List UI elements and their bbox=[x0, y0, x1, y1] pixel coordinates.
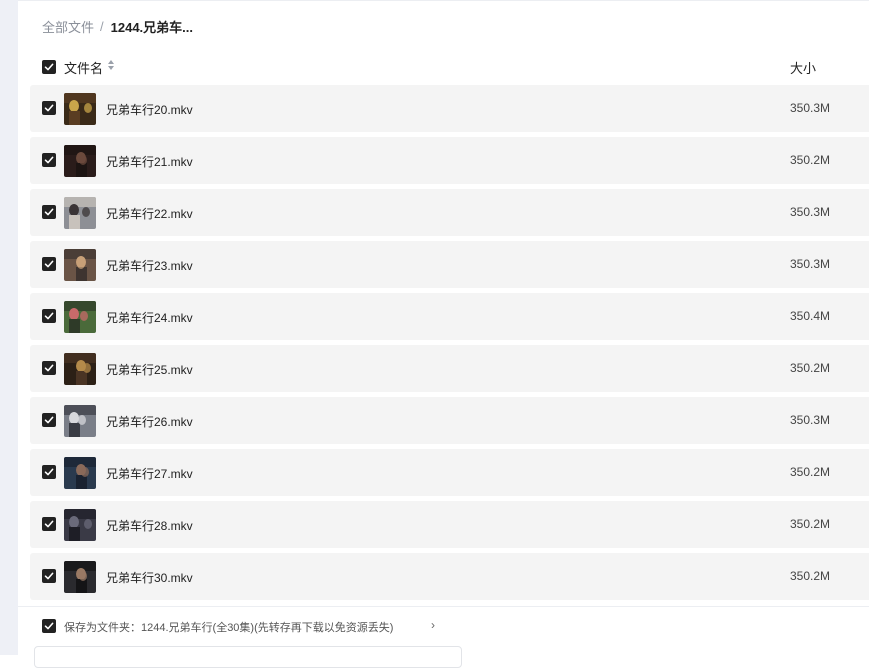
select-all-checkbox[interactable] bbox=[42, 60, 56, 74]
file-size: 350.2M bbox=[790, 153, 831, 167]
file-size: 350.3M bbox=[790, 101, 831, 115]
file-name[interactable]: 兄弟车行22.mkv bbox=[106, 205, 193, 222]
file-name[interactable]: 兄弟车行20.mkv bbox=[106, 101, 193, 118]
file-name[interactable]: 兄弟车行24.mkv bbox=[106, 309, 193, 326]
file-size: 350.4M bbox=[790, 309, 831, 323]
breadcrumb: 全部文件 / 1244.兄弟车... bbox=[42, 17, 193, 36]
video-thumbnail bbox=[64, 249, 96, 281]
list-header: 文件名 大小 bbox=[18, 52, 869, 82]
file-row[interactable]: 兄弟车行26.mkv 350.3M bbox=[30, 397, 869, 444]
video-thumbnail bbox=[64, 353, 96, 385]
sort-icon[interactable] bbox=[107, 59, 115, 71]
file-name[interactable]: 兄弟车行21.mkv bbox=[106, 153, 193, 170]
file-list: 兄弟车行20.mkv 350.3M 兄弟车行21.mkv 350.2M 兄弟车行22.m… bbox=[30, 85, 869, 605]
check-icon bbox=[44, 208, 54, 216]
file-size: 350.2M bbox=[790, 361, 831, 375]
file-row[interactable]: 兄弟车行30.mkv 350.2M bbox=[30, 553, 869, 600]
file-checkbox[interactable] bbox=[42, 517, 56, 531]
check-icon bbox=[44, 572, 54, 580]
file-row[interactable]: 兄弟车行28.mkv 350.2M bbox=[30, 501, 869, 548]
save-as-folder-row: 保存为文件夹：1244.兄弟车行(全30集)(先转存再下载以免资源丢失) › bbox=[42, 618, 842, 634]
video-thumbnail bbox=[64, 457, 96, 489]
bottom-action-box[interactable] bbox=[34, 646, 462, 668]
side-panel-edge bbox=[0, 0, 19, 655]
file-row[interactable]: 兄弟车行21.mkv 350.2M bbox=[30, 137, 869, 184]
breadcrumb-current-folder: 1244.兄弟车... bbox=[110, 20, 194, 35]
chevron-right-icon[interactable]: › bbox=[431, 618, 435, 632]
footer-divider bbox=[18, 606, 869, 607]
file-checkbox[interactable] bbox=[42, 153, 56, 167]
file-row[interactable]: 兄弟车行25.mkv 350.2M bbox=[30, 345, 869, 392]
file-size: 350.2M bbox=[790, 465, 831, 479]
file-name[interactable]: 兄弟车行23.mkv bbox=[106, 257, 193, 274]
file-name[interactable]: 兄弟车行25.mkv bbox=[106, 361, 193, 378]
breadcrumb-separator: / bbox=[100, 19, 104, 34]
file-row[interactable]: 兄弟车行22.mkv 350.3M bbox=[30, 189, 869, 236]
check-icon bbox=[44, 312, 54, 320]
breadcrumb-root-link[interactable]: 全部文件 bbox=[42, 17, 94, 36]
file-size: 350.2M bbox=[790, 517, 831, 531]
file-checkbox[interactable] bbox=[42, 569, 56, 583]
file-name[interactable]: 兄弟车行30.mkv bbox=[106, 569, 193, 586]
file-checkbox[interactable] bbox=[42, 413, 56, 427]
file-checkbox[interactable] bbox=[42, 309, 56, 323]
file-row[interactable]: 兄弟车行20.mkv 350.3M bbox=[30, 85, 869, 132]
file-list-panel: 全部文件 / 1244.兄弟车... 文件名 大小 兄弟车行20.mkv 350.… bbox=[18, 0, 869, 668]
top-divider bbox=[18, 0, 869, 1]
file-size: 350.2M bbox=[790, 569, 831, 583]
file-checkbox[interactable] bbox=[42, 257, 56, 271]
video-thumbnail bbox=[64, 301, 96, 333]
check-icon bbox=[44, 260, 54, 268]
column-header-name[interactable]: 文件名 bbox=[64, 58, 103, 77]
file-checkbox[interactable] bbox=[42, 101, 56, 115]
video-thumbnail bbox=[64, 405, 96, 437]
video-thumbnail bbox=[64, 509, 96, 541]
file-name[interactable]: 兄弟车行27.mkv bbox=[106, 465, 193, 482]
column-header-size[interactable]: 大小 bbox=[790, 58, 816, 77]
video-thumbnail bbox=[64, 93, 96, 125]
file-row[interactable]: 兄弟车行24.mkv 350.4M bbox=[30, 293, 869, 340]
video-thumbnail bbox=[64, 561, 96, 593]
check-icon bbox=[44, 156, 54, 164]
check-icon bbox=[44, 520, 54, 528]
save-as-folder-checkbox[interactable] bbox=[42, 619, 56, 633]
save-as-folder-label[interactable]: 保存为文件夹：1244.兄弟车行(全30集)(先转存再下载以免资源丢失) bbox=[64, 619, 393, 635]
check-icon bbox=[44, 63, 54, 71]
file-size: 350.3M bbox=[790, 413, 831, 427]
file-checkbox[interactable] bbox=[42, 361, 56, 375]
check-icon bbox=[44, 468, 54, 476]
check-icon bbox=[44, 416, 54, 424]
file-size: 350.3M bbox=[790, 205, 831, 219]
file-row[interactable]: 兄弟车行23.mkv 350.3M bbox=[30, 241, 869, 288]
check-icon bbox=[44, 622, 54, 630]
video-thumbnail bbox=[64, 145, 96, 177]
file-checkbox[interactable] bbox=[42, 205, 56, 219]
check-icon bbox=[44, 104, 54, 112]
file-name[interactable]: 兄弟车行26.mkv bbox=[106, 413, 193, 430]
video-thumbnail bbox=[64, 197, 96, 229]
file-size: 350.3M bbox=[790, 257, 831, 271]
file-row[interactable]: 兄弟车行27.mkv 350.2M bbox=[30, 449, 869, 496]
file-checkbox[interactable] bbox=[42, 465, 56, 479]
file-name[interactable]: 兄弟车行28.mkv bbox=[106, 517, 193, 534]
check-icon bbox=[44, 364, 54, 372]
